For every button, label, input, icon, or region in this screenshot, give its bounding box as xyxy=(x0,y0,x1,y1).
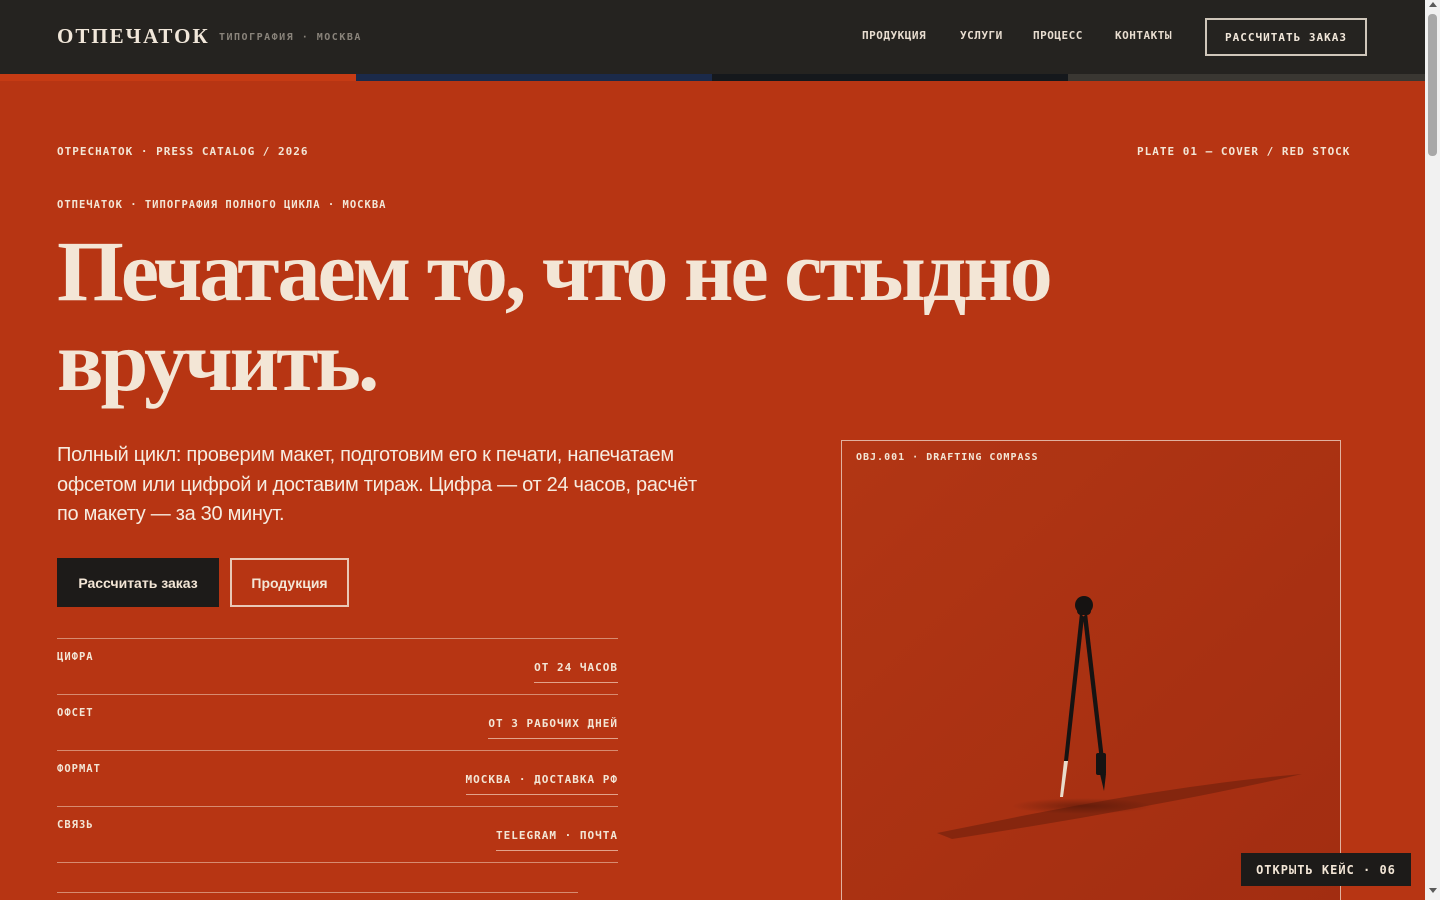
spec-label: ФОРМАТ xyxy=(57,763,101,775)
nav-link-contacts[interactable]: КОНТАКТЫ xyxy=(1115,29,1172,42)
top-navigation-bar: ОТПЕЧАТОК ТИПОГРАФИЯ · МОСКВА ПРОДУКЦИЯ … xyxy=(0,0,1425,74)
spec-value: ОТ 3 РАБОЧИХ ДНЕЙ xyxy=(488,717,618,739)
compass-ground-shadow xyxy=(1012,798,1152,814)
scroll-up-arrow-icon[interactable] xyxy=(1429,2,1437,7)
spec-label: СВЯЗЬ xyxy=(57,819,94,831)
drafting-compass-illustration xyxy=(842,441,1340,900)
spec-label: ОФСЕТ xyxy=(57,707,94,719)
brand-subtitle: ТИПОГРАФИЯ · МОСКВА xyxy=(219,32,362,43)
progress-segment-1 xyxy=(0,74,356,81)
progress-segment-2 xyxy=(356,74,712,81)
scrollbar-thumb[interactable] xyxy=(1428,14,1437,156)
spec-divider xyxy=(57,892,578,893)
progress-segment-3 xyxy=(712,74,1068,81)
spec-row: ОФСЕТ ОТ 3 РАБОЧИХ ДНЕЙ xyxy=(57,694,618,750)
products-button[interactable]: Продукция xyxy=(230,558,349,607)
brand-logo[interactable]: ОТПЕЧАТОК xyxy=(57,24,210,49)
contact-channels-link[interactable]: TELEGRAM · ПОЧТА xyxy=(496,829,618,851)
plate-meta: PLATE 01 — COVER / RED STOCK xyxy=(1137,145,1351,158)
spec-divider xyxy=(57,862,618,863)
spec-row[interactable]: СВЯЗЬ TELEGRAM · ПОЧТА xyxy=(57,806,618,862)
spec-value: ОТ 24 ЧАСОВ xyxy=(534,661,618,683)
spec-row: ФОРМАТ МОСКВА · ДОСТАВКА РФ xyxy=(57,750,618,806)
nav-link-services[interactable]: УСЛУГИ xyxy=(960,29,1003,42)
nav-link-process[interactable]: ПРОЦЕСС xyxy=(1033,29,1083,42)
calculate-order-button-header[interactable]: РАССЧИТАТЬ ЗАКАЗ xyxy=(1205,18,1367,56)
spec-table: ЦИФРА ОТ 24 ЧАСОВ ОФСЕТ ОТ 3 РАБОЧИХ ДНЕ… xyxy=(57,638,618,862)
product-plate-card[interactable]: OBJ.001 · DRAFTING COMPASS xyxy=(841,440,1341,900)
spec-value: МОСКВА · ДОСТАВКА РФ xyxy=(465,773,618,795)
plate-caption: OBJ.001 · DRAFTING COMPASS xyxy=(856,452,1039,463)
open-case-button[interactable]: ОТКРЫТЬ КЕЙС · 06 xyxy=(1241,853,1411,886)
hero-headline: Печатаем то, что не стыдно вручить. xyxy=(57,226,1257,406)
spec-row: ЦИФРА ОТ 24 ЧАСОВ xyxy=(57,638,618,694)
progress-segment-4 xyxy=(1068,74,1425,81)
hero-kicker: ОТПЕЧАТОК · ТИПОГРАФИЯ ПОЛНОГО ЦИКЛА · М… xyxy=(57,199,387,211)
hero-lead-text: Полный цикл: проверим макет, подготовим … xyxy=(57,444,697,525)
nav-link-products[interactable]: ПРОДУКЦИЯ xyxy=(862,29,926,42)
catalog-meta: ОТРЕСНАТОК · PRESS CATALOG / 2026 xyxy=(57,145,309,158)
spec-label: ЦИФРА xyxy=(57,651,94,663)
scroll-down-arrow-icon[interactable] xyxy=(1429,888,1437,893)
headline-line-2: вручить. xyxy=(57,313,379,409)
calculate-order-button[interactable]: Рассчитать заказ xyxy=(57,558,219,607)
headline-line-1: Печатаем то, что не стыдно xyxy=(57,223,1053,319)
